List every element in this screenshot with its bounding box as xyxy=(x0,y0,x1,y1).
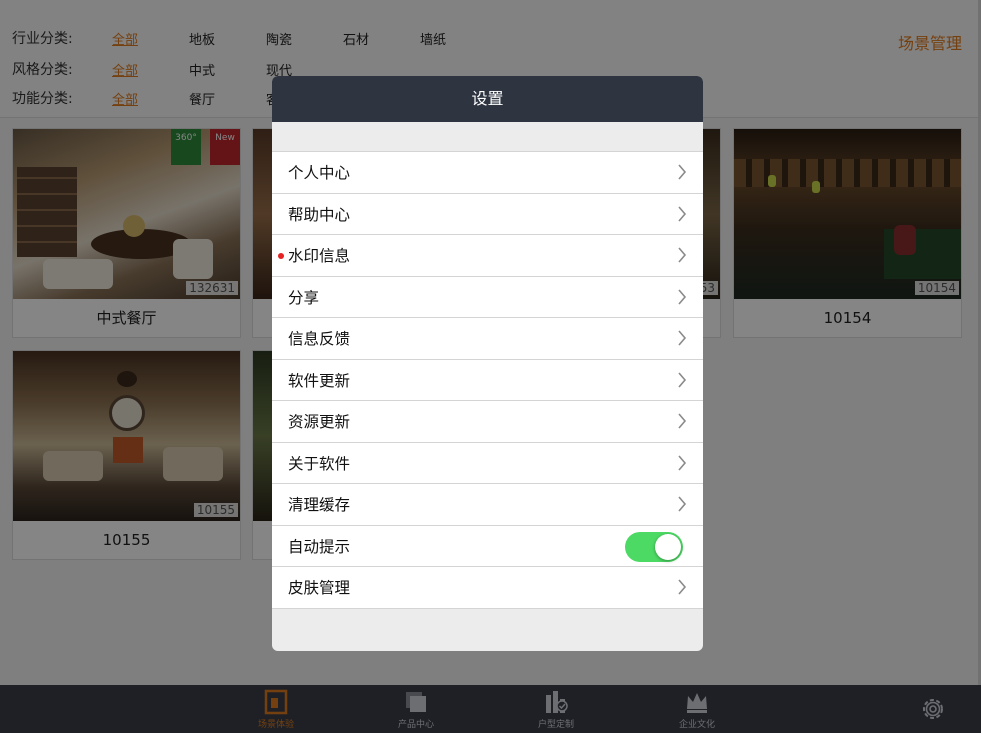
chevron-right-icon xyxy=(678,288,687,305)
menu-item-feedback[interactable]: 信息反馈 xyxy=(272,318,703,360)
dialog-title: 设置 xyxy=(272,76,703,122)
auto-prompt-toggle[interactable] xyxy=(625,531,683,562)
chevron-right-icon xyxy=(678,330,687,346)
menu-item-label: 水印信息 xyxy=(288,247,351,266)
menu-item-help-center[interactable]: 帮助中心 xyxy=(272,193,703,235)
menu-item-label: 分享 xyxy=(288,288,320,307)
menu-item-label: 皮肤管理 xyxy=(288,579,351,598)
notification-dot xyxy=(278,253,284,259)
settings-menu: 个人中心 帮助中心 水印信息 分享 信息反馈 软件更新 资源更新 关于软件 清理… xyxy=(272,151,703,609)
chevron-right-icon xyxy=(678,164,687,180)
dialog-spacer xyxy=(272,122,703,151)
menu-item-skin-management[interactable]: 皮肤管理 xyxy=(272,567,703,609)
menu-item-auto-prompt: 自动提示 xyxy=(272,525,703,567)
menu-item-label: 信息反馈 xyxy=(288,330,351,349)
chevron-right-icon xyxy=(678,371,687,388)
menu-item-label: 关于软件 xyxy=(288,454,351,473)
menu-item-label: 软件更新 xyxy=(288,371,351,390)
settings-dialog: 设置 个人中心 帮助中心 水印信息 分享 信息反馈 软件更新 资源更新 关于软件… xyxy=(272,76,703,651)
menu-item-clear-cache[interactable]: 清理缓存 xyxy=(272,484,703,526)
chevron-right-icon xyxy=(678,454,687,471)
chevron-right-icon xyxy=(678,205,687,222)
chevron-right-icon xyxy=(678,579,687,595)
menu-item-about[interactable]: 关于软件 xyxy=(272,442,703,484)
menu-item-label: 个人中心 xyxy=(288,164,351,183)
menu-item-software-update[interactable]: 软件更新 xyxy=(272,359,703,401)
chevron-right-icon xyxy=(678,247,687,263)
toggle-knob xyxy=(655,533,681,560)
menu-item-personal-center[interactable]: 个人中心 xyxy=(272,152,703,194)
menu-item-share[interactable]: 分享 xyxy=(272,276,703,318)
menu-item-label: 资源更新 xyxy=(288,413,351,432)
chevron-right-icon xyxy=(678,496,687,512)
menu-item-label: 清理缓存 xyxy=(288,496,351,515)
menu-item-watermark-info[interactable]: 水印信息 xyxy=(272,235,703,277)
chevron-right-icon xyxy=(678,413,687,429)
menu-item-label: 帮助中心 xyxy=(288,205,351,224)
menu-item-resource-update[interactable]: 资源更新 xyxy=(272,401,703,443)
menu-item-label: 自动提示 xyxy=(288,537,351,556)
